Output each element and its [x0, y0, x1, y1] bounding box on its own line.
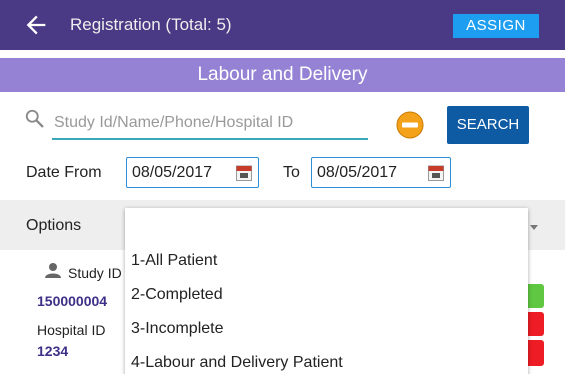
date-to-label: To: [283, 164, 300, 181]
person-icon: [45, 263, 61, 278]
date-to-value: 08/05/2017: [317, 164, 398, 181]
date-to-field[interactable]: 08/05/2017: [311, 157, 451, 188]
assign-button[interactable]: ASSIGN: [453, 14, 539, 38]
app-bar: Registration (Total: 5) ASSIGN: [0, 0, 565, 50]
options-label: Options: [26, 217, 82, 234]
dropdown-item-labour-delivery[interactable]: 4-Labour and Delivery Patient: [131, 354, 343, 372]
date-from-field[interactable]: 08/05/2017: [126, 157, 259, 188]
study-id-value: 150000004: [37, 293, 108, 309]
date-from-value: 08/05/2017: [132, 164, 213, 181]
options-dropdown-menu: 1-All Patient 2-Completed 3-Incomplete 4…: [125, 208, 528, 374]
search-button[interactable]: SEARCH: [447, 106, 529, 144]
hospital-id-value: 1234: [37, 343, 69, 359]
search-input[interactable]: [52, 108, 368, 140]
search-icon: [25, 109, 44, 128]
chevron-down-icon[interactable]: [530, 225, 538, 230]
page-title: Registration (Total: 5): [70, 15, 232, 34]
arrow-left-icon[interactable]: [22, 11, 50, 39]
dropdown-item-all-patient[interactable]: 1-All Patient: [131, 252, 217, 270]
study-id-label: Study ID: [68, 265, 122, 281]
section-title: Labour and Delivery: [0, 58, 565, 92]
minus-circle-icon[interactable]: [395, 110, 425, 140]
dropdown-item-incomplete[interactable]: 3-Incomplete: [131, 320, 224, 338]
date-from-label: Date From: [26, 164, 102, 181]
calendar-icon[interactable]: [236, 165, 252, 181]
calendar-icon[interactable]: [428, 165, 444, 181]
dropdown-item-completed[interactable]: 2-Completed: [131, 286, 223, 304]
hospital-id-label: Hospital ID: [37, 322, 106, 338]
